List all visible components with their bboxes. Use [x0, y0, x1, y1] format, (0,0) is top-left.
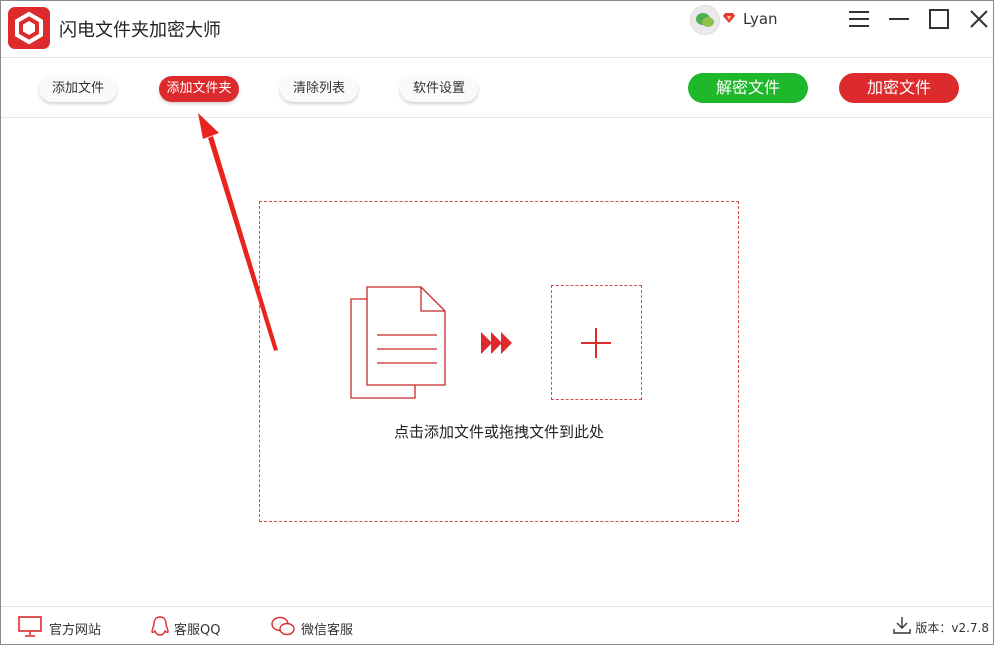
- username[interactable]: Lyan: [743, 10, 778, 28]
- add-file-button[interactable]: 添加文件: [39, 76, 117, 102]
- settings-button[interactable]: 软件设置: [400, 76, 478, 102]
- app-title: 闪电文件夹加密大师: [59, 20, 221, 41]
- close-icon[interactable]: [967, 7, 991, 31]
- decrypt-button[interactable]: 解密文件: [688, 73, 808, 103]
- toolbar: 添加文件 添加文件夹 清除列表 软件设置 解密文件 加密文件: [1, 58, 993, 118]
- vip-diamond-icon: [723, 13, 735, 23]
- clear-list-button[interactable]: 清除列表: [280, 76, 358, 102]
- website-link[interactable]: 官方网站: [49, 619, 101, 638]
- app-window: 闪电文件夹加密大师 Lyan 添加文件 添加文件夹 清除列表 软件设置 解密文件…: [0, 0, 994, 645]
- footer: 官方网站 客服QQ 微信客服 版本：v2.7.8: [1, 606, 993, 645]
- title-bar: 闪电文件夹加密大师 Lyan: [1, 1, 993, 58]
- drop-zone[interactable]: [259, 201, 739, 522]
- download-icon[interactable]: [891, 614, 913, 636]
- menu-icon[interactable]: [847, 7, 871, 31]
- wechat-icon[interactable]: [269, 614, 297, 638]
- wechat-avatar-icon[interactable]: [690, 5, 720, 35]
- qq-icon[interactable]: [149, 614, 171, 638]
- add-box[interactable]: [551, 285, 642, 400]
- plus-icon[interactable]: [580, 327, 612, 359]
- minimize-icon[interactable]: [887, 7, 911, 31]
- triple-arrow-icon: [481, 332, 512, 354]
- add-folder-button[interactable]: 添加文件夹: [159, 76, 239, 102]
- version-label: 版本：v2.7.8: [915, 621, 989, 635]
- document-icon: [350, 286, 446, 399]
- logo-icon: [8, 7, 50, 49]
- maximize-icon[interactable]: [927, 7, 951, 31]
- monitor-icon[interactable]: [17, 614, 43, 638]
- drop-hint-text: 点击添加文件或拖拽文件到此处: [393, 423, 604, 441]
- encrypt-button[interactable]: 加密文件: [839, 73, 959, 103]
- wechat-support-link[interactable]: 微信客服: [301, 619, 353, 638]
- qq-support-link[interactable]: 客服QQ: [174, 619, 220, 638]
